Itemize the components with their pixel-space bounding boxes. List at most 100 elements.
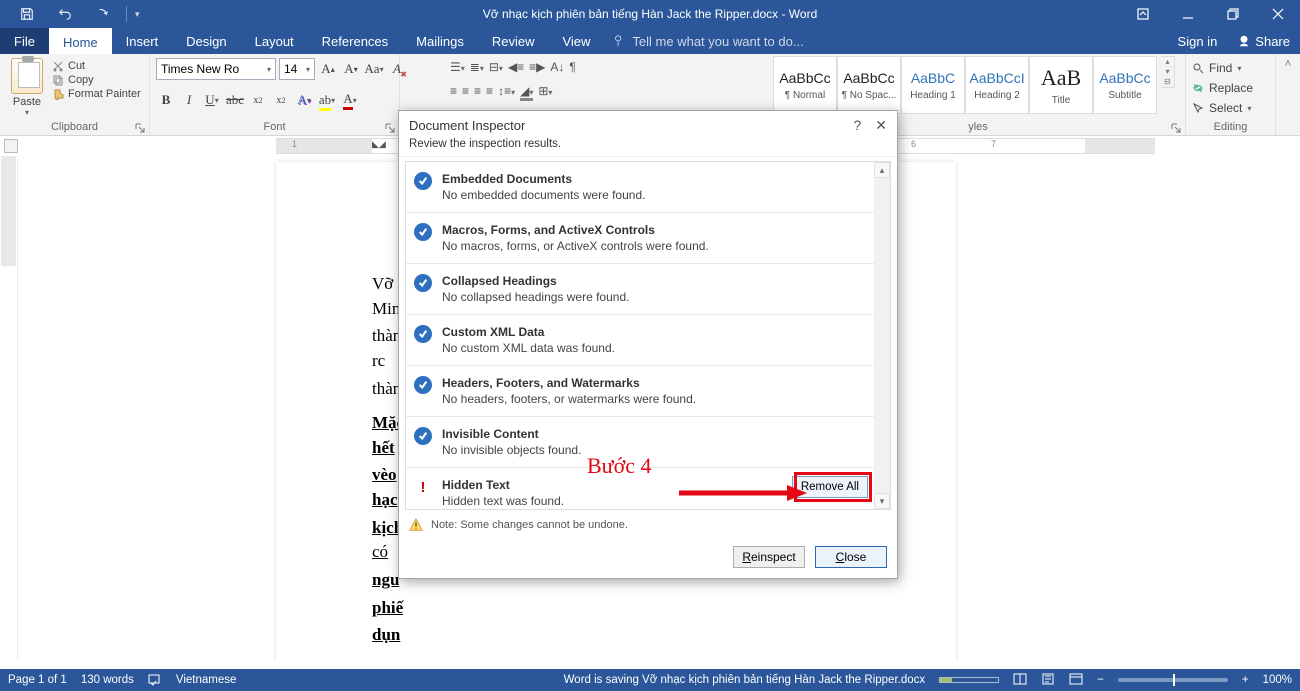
subscript-button[interactable]: x2 [248,90,268,110]
tab-selector-icon[interactable] [4,139,18,153]
vertical-ruler[interactable] [0,156,18,661]
scroll-down-icon[interactable]: ▾ [874,493,890,509]
align-right-icon[interactable]: ≡ [474,84,481,98]
format-painter-button[interactable]: Format Painter [52,88,141,100]
tab-home[interactable]: Home [49,28,112,54]
minimize-icon[interactable] [1165,0,1210,28]
find-button[interactable]: Find ▾ [1192,58,1253,78]
spellcheck-icon[interactable] [148,672,162,689]
superscript-button[interactable]: x2 [271,90,291,110]
clipboard-launcher-icon[interactable] [135,123,145,133]
style-item[interactable]: AaBbCc¶ Normal [773,56,837,114]
share-button[interactable]: Share [1227,28,1300,54]
redo-icon[interactable] [88,0,118,28]
web-layout-icon[interactable] [1069,672,1083,689]
numbering-icon[interactable]: ≣▾ [470,60,484,74]
collapse-ribbon-icon[interactable]: ˄ [1276,54,1300,135]
undo-icon[interactable] [50,0,80,28]
zoom-out-icon[interactable]: − [1097,674,1104,686]
check-icon [414,223,432,241]
replace-button[interactable]: Replace [1192,78,1253,98]
align-left-icon[interactable]: ≡ [450,84,457,98]
tell-me-placeholder: Tell me what you want to do... [632,34,803,49]
close-icon[interactable] [1255,0,1300,28]
strikethrough-button[interactable]: abc [225,90,245,110]
font-color-icon[interactable]: A▾ [340,90,360,110]
language-status[interactable]: Vietnamese [176,674,237,686]
tab-insert[interactable]: Insert [112,28,173,54]
read-mode-icon[interactable] [1013,672,1027,689]
dialog-close-icon[interactable]: ✕ [875,117,887,134]
check-icon [414,376,432,394]
show-marks-icon[interactable]: ¶ [569,60,575,74]
scroll-up-icon[interactable]: ▴ [874,162,890,178]
zoom-in-icon[interactable]: + [1242,674,1249,686]
align-center-icon[interactable]: ≡ [462,84,469,98]
decrease-indent-icon[interactable]: ◀≡ [508,60,524,74]
paste-button[interactable]: Paste ▾ [6,58,48,117]
annotation-arrow-icon [679,483,809,503]
styles-scroll-down-icon[interactable]: ▾ [1161,67,1174,77]
dialog-scrollbar[interactable]: ▴ ▾ [874,162,890,509]
style-item[interactable]: AaBbCcSubtitle [1093,56,1157,114]
cut-button[interactable]: Cut [52,60,141,72]
font-name-select[interactable]: Times New Ro▾ [156,58,276,80]
sort-icon[interactable]: A↓ [550,60,564,74]
reinspect-button[interactable]: Reinspect [733,546,805,568]
underline-button[interactable]: U▾ [202,90,222,110]
select-button[interactable]: Select ▾ [1192,98,1253,118]
highlight-color-icon[interactable]: ab▾ [317,90,337,110]
font-launcher-icon[interactable] [385,123,395,133]
multilevel-icon[interactable]: ⊟▾ [489,60,503,74]
zoom-slider[interactable] [1118,678,1228,682]
ribbon-options-icon[interactable] [1120,0,1165,28]
styles-launcher-icon[interactable] [1171,123,1181,133]
zoom-level[interactable]: 100% [1263,674,1292,686]
justify-icon[interactable]: ≡ [486,84,493,98]
styles-more-icon[interactable]: ⊟ [1161,77,1174,87]
font-size-select[interactable]: 14▾ [279,58,315,80]
tab-mailings[interactable]: Mailings [402,28,478,54]
styles-scroll-up-icon[interactable]: ▴ [1161,57,1174,67]
grow-font-icon[interactable]: A▴ [318,59,338,79]
tell-me-search[interactable]: Tell me what you want to do... [604,28,1167,54]
text-effects-icon[interactable]: A▾ [294,90,314,110]
borders-icon[interactable]: ⊞▾ [538,84,552,98]
bullets-icon[interactable]: ☰▾ [450,60,465,74]
font-label: Font [263,121,285,133]
inspection-item: Custom XML DataNo custom XML data was fo… [406,315,874,366]
document-inspector-dialog: Document Inspector ? ✕ Review the inspec… [398,110,898,579]
tab-file[interactable]: File [0,28,49,54]
change-case-icon[interactable]: Aa▾ [364,59,384,79]
style-item[interactable]: AaBbCHeading 1 [901,56,965,114]
bold-button[interactable]: B [156,90,176,110]
tab-design[interactable]: Design [172,28,240,54]
qat-separator [126,6,127,22]
style-item[interactable]: AaBbCc¶ No Spac... [837,56,901,114]
clear-formatting-icon[interactable]: A✖ [387,59,407,79]
shading-icon[interactable]: ◢▾ [520,84,533,98]
restore-icon[interactable] [1210,0,1255,28]
page-status[interactable]: Page 1 of 1 [8,674,67,686]
tab-view[interactable]: View [548,28,604,54]
tab-layout[interactable]: Layout [241,28,308,54]
word-count[interactable]: 130 words [81,674,134,686]
dialog-help-icon[interactable]: ? [853,117,861,134]
tab-references[interactable]: References [308,28,402,54]
qat-customize-icon[interactable]: ▾ [135,9,140,20]
tab-review[interactable]: Review [478,28,549,54]
copy-button[interactable]: Copy [52,74,141,86]
clipboard-label: Clipboard [51,121,98,133]
print-layout-icon[interactable] [1041,672,1055,689]
increase-indent-icon[interactable]: ≡▶ [529,60,545,74]
line-spacing-icon[interactable]: ↕≡▾ [498,84,515,98]
style-item[interactable]: AaBbCcIHeading 2 [965,56,1029,114]
dialog-note: Note: Some changes cannot be undone. [431,519,628,531]
sign-in-button[interactable]: Sign in [1168,28,1228,54]
close-button[interactable]: Close [815,546,887,568]
alert-icon: ! [414,478,432,496]
save-icon[interactable] [12,0,42,28]
style-item[interactable]: AaBTitle [1029,56,1093,114]
italic-button[interactable]: I [179,90,199,110]
shrink-font-icon[interactable]: A▾ [341,59,361,79]
